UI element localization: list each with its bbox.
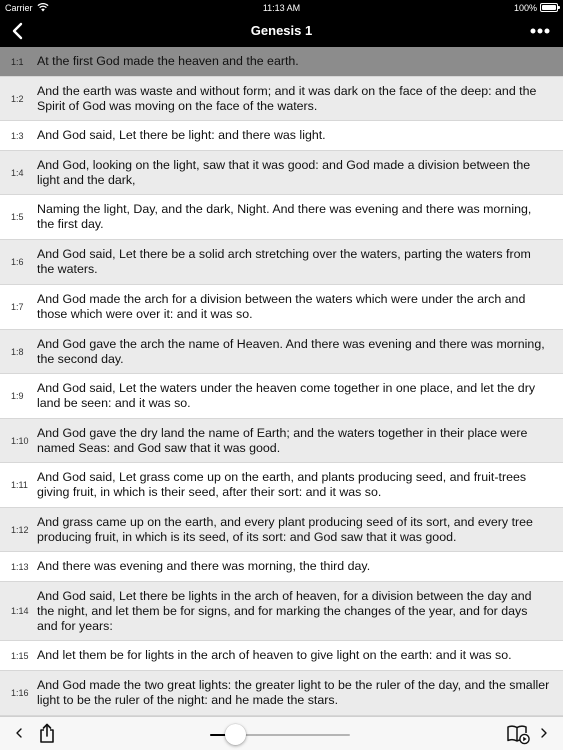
verse-number: 1:2: [11, 93, 24, 104]
verse-text: At the first God made the heaven and the…: [37, 54, 299, 68]
verse-row[interactable]: 1:9 And God said, Let the waters under th…: [0, 374, 563, 419]
navigation-bar: Genesis 1: [0, 16, 563, 47]
verse-text: And the earth was waste and without form…: [37, 83, 537, 113]
verse-text: And God, looking on the light, saw that …: [37, 157, 531, 187]
verse-number: 1:9: [11, 391, 24, 401]
verse-text: And grass came up on the earth, and ever…: [37, 514, 533, 544]
verse-text: And God made the arch for a division bet…: [37, 292, 526, 321]
previous-chapter-chevron-icon[interactable]: [14, 726, 24, 740]
verse-number: 1:3: [11, 130, 24, 141]
status-bar: Carrier 11:13 AM 100%: [0, 0, 563, 16]
verse-number: 1:6: [11, 257, 24, 267]
verse-text: And God gave the arch the name of Heaven…: [37, 336, 545, 366]
verse-row[interactable]: 1:6 And God said, Let there be a solid ar…: [0, 240, 563, 285]
verse-list: 1:1 At the first God made the heaven and …: [0, 47, 563, 716]
verse-row[interactable]: 1:4 And God, looking on the light, saw th…: [0, 151, 563, 195]
clock: 11:13 AM: [262, 3, 301, 13]
verse-number: 1:4: [11, 167, 24, 178]
verse-text: And God made the two great lights: the g…: [37, 678, 550, 707]
verse-row[interactable]: 1:8 And God gave the arch the name of Hea…: [0, 330, 563, 374]
verse-row[interactable]: 1:14 And God said, Let there be lights in…: [0, 582, 563, 641]
battery-percentage: 100%: [513, 3, 537, 13]
verse-number: 1:1: [11, 56, 24, 67]
chapter-slider-thumb[interactable]: [224, 724, 246, 745]
verse-number: 1:11: [11, 480, 28, 490]
verse-text: And God said, Let there be lights in the…: [37, 588, 532, 633]
verse-row[interactable]: 1:7 And God made the arch for a division …: [0, 285, 563, 330]
verse-row[interactable]: 1:15 And let them be for lights in the ar…: [0, 641, 563, 671]
verse-text: Naming the light, Day, and the dark, Nig…: [37, 202, 532, 231]
verse-number: 1:14: [11, 606, 29, 616]
verse-text: And let them be for lights in the arch o…: [37, 648, 512, 662]
verse-number: 1:10: [11, 435, 29, 446]
verse-row[interactable]: 1:12 And grass came up on the earth, and …: [0, 508, 563, 552]
verse-row[interactable]: 1:3 And God said, Let there be light: and…: [0, 121, 563, 151]
verse-row[interactable]: 1:2 And the earth was waste and without f…: [0, 77, 563, 121]
verse-text: And there was evening and there was morn…: [37, 559, 371, 573]
share-icon[interactable]: [38, 723, 56, 743]
verse-number: 1:8: [11, 346, 24, 357]
verse-text: And God said, Let the waters under the h…: [37, 381, 536, 410]
verse-number: 1:12: [11, 524, 29, 535]
verse-number: 1:13: [11, 561, 29, 572]
verse-row[interactable]: 1:13 And there was evening and there was …: [0, 552, 563, 582]
verse-text: And God said, Let there be a solid arch …: [37, 247, 531, 276]
verse-text: And God gave the dry land the name of Ea…: [37, 425, 528, 455]
verse-number: 1:15: [11, 650, 29, 661]
verse-text: And God said, Let there be light: and th…: [37, 128, 326, 142]
verse-row[interactable]: 1:1 At the first God made the heaven and …: [0, 47, 563, 77]
verse-number: 1:7: [11, 302, 24, 312]
verse-row[interactable]: 1:10 And God gave the dry land the name o…: [0, 419, 563, 463]
battery-icon: [540, 3, 560, 12]
book-audio-icon[interactable]: [506, 723, 530, 745]
more-ellipsis-icon[interactable]: [529, 24, 551, 38]
verse-row[interactable]: 1:16 And God made the two great lights: t…: [0, 671, 563, 716]
verse-row[interactable]: 1:11 And God said, Let grass come up on t…: [0, 463, 563, 508]
next-chapter-chevron-icon[interactable]: [539, 726, 549, 740]
verse-row[interactable]: 1:5 Naming the light, Day, and the dark, …: [0, 195, 563, 240]
bottom-toolbar: [0, 716, 563, 750]
verse-text: And God said, Let grass come up on the e…: [37, 470, 527, 499]
verse-number: 1:5: [11, 212, 24, 222]
verse-number: 1:16: [11, 688, 29, 698]
page-title: Genesis 1: [250, 23, 313, 38]
